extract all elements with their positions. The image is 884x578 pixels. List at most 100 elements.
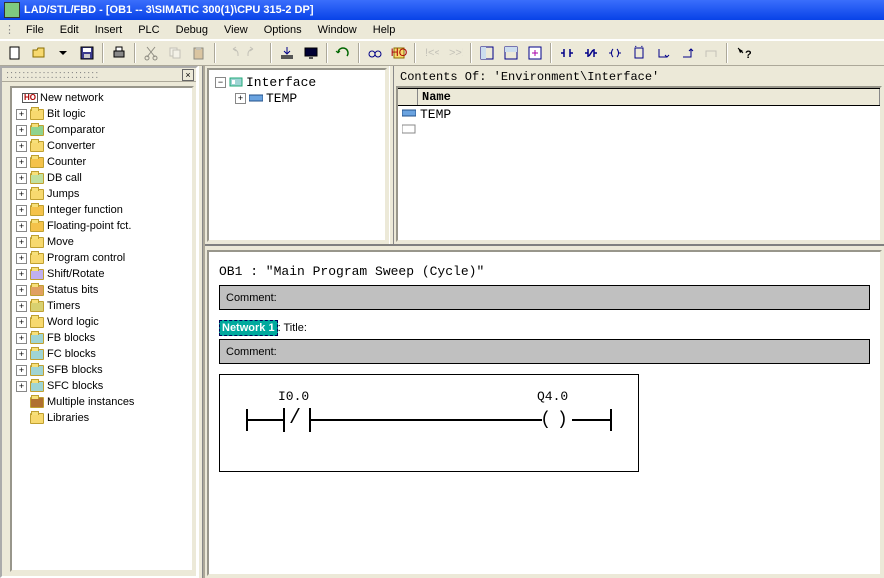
panel-gripper[interactable]: :::::::::::::::::::::::: [6, 69, 99, 81]
network-comment-box[interactable]: Comment:: [219, 339, 870, 364]
tree-item[interactable]: +Jumps: [14, 186, 190, 202]
new-button[interactable]: [4, 42, 26, 64]
expand-icon[interactable]: +: [16, 205, 27, 216]
view2-button[interactable]: [500, 42, 522, 64]
expand-icon[interactable]: +: [16, 365, 27, 376]
expand-icon[interactable]: +: [16, 125, 27, 136]
close-panel-button[interactable]: ×: [182, 69, 194, 81]
goto-button[interactable]: !<<: [420, 42, 442, 64]
view1-button[interactable]: [476, 42, 498, 64]
save-button[interactable]: [76, 42, 98, 64]
output-coil[interactable]: (): [542, 409, 572, 431]
expand-icon[interactable]: +: [16, 285, 27, 296]
download-button[interactable]: [276, 42, 298, 64]
contact-no-button[interactable]: [556, 42, 578, 64]
block-comment-box[interactable]: Comment:: [219, 285, 870, 310]
paste-button[interactable]: [188, 42, 210, 64]
tree-item[interactable]: +Counter: [14, 154, 190, 170]
tree-item[interactable]: +Program control: [14, 250, 190, 266]
menu-window[interactable]: Window: [310, 22, 365, 38]
tree-item[interactable]: Libraries: [14, 410, 190, 426]
tree-item[interactable]: +Shift/Rotate: [14, 266, 190, 282]
expand-icon[interactable]: +: [16, 189, 27, 200]
output-address[interactable]: Q4.0: [537, 389, 568, 404]
expand-icon[interactable]: +: [16, 173, 27, 184]
menu-edit[interactable]: Edit: [52, 22, 87, 38]
tree-label: Converter: [47, 140, 95, 152]
expand-icon[interactable]: +: [16, 317, 27, 328]
open-button[interactable]: [28, 42, 50, 64]
redo-button[interactable]: [244, 42, 266, 64]
tree-item[interactable]: +DB call: [14, 170, 190, 186]
tree-item[interactable]: +SFC blocks: [14, 378, 190, 394]
collapse-icon[interactable]: −: [215, 77, 226, 88]
expand-icon[interactable]: +: [16, 349, 27, 360]
ladder-rung[interactable]: I0.0 Q4.0 / (): [219, 374, 639, 472]
print-button[interactable]: [108, 42, 130, 64]
expand-icon[interactable]: +: [16, 253, 27, 264]
expand-icon[interactable]: +: [16, 221, 27, 232]
undo-button[interactable]: [220, 42, 242, 64]
tree-item[interactable]: +Comparator: [14, 122, 190, 138]
tree-item[interactable]: +Move: [14, 234, 190, 250]
contents-table[interactable]: Name TEMP: [396, 86, 882, 242]
expand-icon[interactable]: +: [16, 301, 27, 312]
glasses-button[interactable]: [364, 42, 386, 64]
tree-item[interactable]: +Word logic: [14, 314, 190, 330]
interface-tree[interactable]: − Interface + TEMP: [207, 68, 387, 242]
open-dropdown[interactable]: [52, 42, 74, 64]
expand-icon[interactable]: +: [16, 381, 27, 392]
catalog-tree[interactable]: HO New network +Bit logic+Comparator+Con…: [10, 86, 194, 572]
tree-item[interactable]: + Converter: [14, 138, 190, 154]
network-badge[interactable]: Network 1: [219, 320, 278, 336]
contact-nc-button[interactable]: [580, 42, 602, 64]
expand-icon[interactable]: +: [16, 237, 27, 248]
tree-item[interactable]: +FB blocks: [14, 330, 190, 346]
table-row-empty[interactable]: [398, 123, 880, 138]
input-address[interactable]: I0.0: [278, 389, 309, 404]
ladder-editor[interactable]: OB1 : "Main Program Sweep (Cycle)" Comme…: [207, 250, 882, 576]
table-row[interactable]: TEMP: [398, 106, 880, 123]
connect-button[interactable]: [700, 42, 722, 64]
menu-options[interactable]: Options: [256, 22, 310, 38]
branch-close-button[interactable]: [676, 42, 698, 64]
coil-button[interactable]: [604, 42, 626, 64]
expand-icon[interactable]: +: [16, 157, 27, 168]
menu-view[interactable]: View: [216, 22, 256, 38]
view3-button[interactable]: [524, 42, 546, 64]
branch-open-button[interactable]: [652, 42, 674, 64]
tree-item[interactable]: +Status bits: [14, 282, 190, 298]
stop-button[interactable]: HO: [388, 42, 410, 64]
tree-item[interactable]: +Floating-point fct.: [14, 218, 190, 234]
expand-icon[interactable]: +: [16, 333, 27, 344]
interface-root[interactable]: − Interface: [213, 74, 381, 90]
interface-temp[interactable]: + TEMP: [213, 90, 381, 106]
tree-item[interactable]: +SFB blocks: [14, 362, 190, 378]
interface-splitter[interactable]: [389, 66, 394, 244]
tree-item[interactable]: +Timers: [14, 298, 190, 314]
cut-button[interactable]: [140, 42, 162, 64]
reload-button[interactable]: [332, 42, 354, 64]
expand-icon[interactable]: +: [16, 109, 27, 120]
tree-item[interactable]: Multiple instances: [14, 394, 190, 410]
menu-plc[interactable]: PLC: [130, 22, 167, 38]
expand-icon[interactable]: +: [235, 93, 246, 104]
tree-new-network[interactable]: HO New network: [14, 90, 190, 106]
tree-item[interactable]: +Bit logic: [14, 106, 190, 122]
expand-icon[interactable]: +: [16, 269, 27, 280]
copy-button[interactable]: [164, 42, 186, 64]
goto-end-button[interactable]: >>!: [444, 42, 466, 64]
tree-item[interactable]: +FC blocks: [14, 346, 190, 362]
menu-insert[interactable]: Insert: [87, 22, 131, 38]
menu-gripper[interactable]: ⋮: [4, 23, 14, 36]
help-button[interactable]: ?: [732, 42, 754, 64]
box-button[interactable]: ??: [628, 42, 650, 64]
network-title[interactable]: : Title:: [278, 322, 307, 334]
menu-help[interactable]: Help: [365, 22, 404, 38]
tree-item[interactable]: +Integer function: [14, 202, 190, 218]
nc-contact[interactable]: /: [283, 408, 311, 432]
menu-debug[interactable]: Debug: [168, 22, 216, 38]
monitor-button[interactable]: [300, 42, 322, 64]
menu-file[interactable]: File: [18, 22, 52, 38]
expand-icon[interactable]: +: [16, 141, 27, 152]
